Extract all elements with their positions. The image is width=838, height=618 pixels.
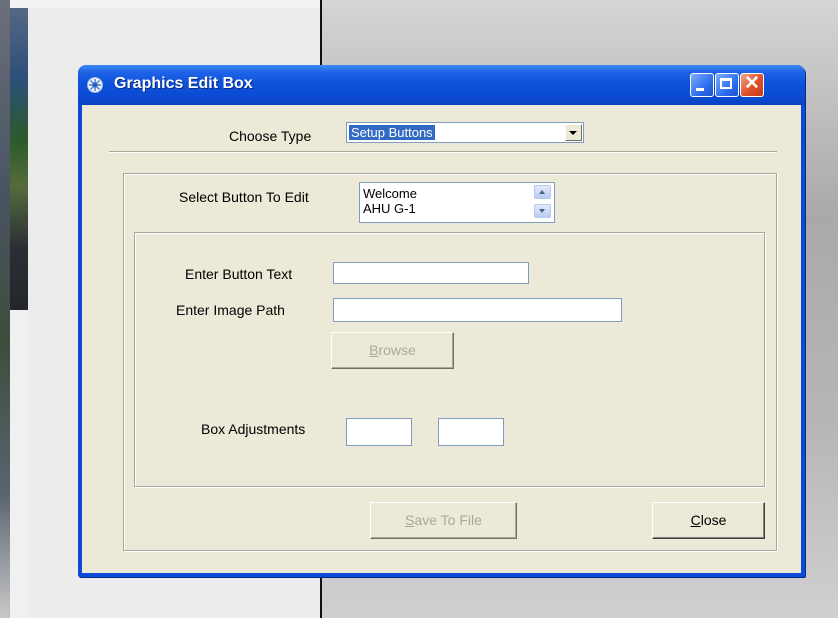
image-path-label: Enter Image Path: [176, 302, 285, 318]
browse-label-rest: rowse: [378, 342, 416, 358]
choose-type-label: Choose Type: [229, 128, 312, 144]
minimize-button[interactable]: [690, 73, 714, 97]
separator: [109, 151, 777, 153]
image-path-input[interactable]: [333, 298, 622, 322]
close-label-rest: lose: [700, 512, 727, 528]
app-icon: [87, 77, 103, 93]
box-adjust-x-input[interactable]: [346, 418, 412, 446]
window-title: Graphics Edit Box: [114, 75, 253, 92]
background-photo-edge: [0, 0, 10, 618]
box-adjust-y-input[interactable]: [438, 418, 504, 446]
scroll-up-icon[interactable]: [534, 185, 551, 199]
background-photo-strip: [10, 0, 28, 310]
list-item[interactable]: AHU G-1: [363, 201, 416, 216]
minimize-icon: [696, 88, 704, 91]
close-button[interactable]: Close: [652, 502, 765, 539]
save-to-file-button[interactable]: Save To File: [370, 502, 517, 539]
close-icon: ✕: [744, 73, 760, 94]
close-access-key: C: [690, 512, 701, 528]
select-button-label: Select Button To Edit: [179, 189, 309, 205]
background-panel-edge: [10, 310, 28, 618]
title-bar[interactable]: Graphics Edit Box ✕: [78, 65, 805, 105]
chevron-down-icon[interactable]: [565, 124, 582, 141]
graphics-edit-window: Graphics Edit Box ✕ Choose Type Setup Bu…: [78, 65, 805, 577]
type-dropdown[interactable]: Setup Buttons: [346, 122, 584, 143]
type-dropdown-value: Setup Buttons: [349, 125, 435, 140]
button-listbox[interactable]: Welcome AHU G-1: [359, 182, 555, 223]
maximize-icon: [720, 78, 732, 89]
scroll-down-icon[interactable]: [534, 204, 551, 218]
close-window-button[interactable]: ✕: [740, 73, 764, 97]
dialog-client-area: Choose Type Setup Buttons Select Button …: [82, 105, 801, 573]
button-text-label: Enter Button Text: [185, 266, 293, 282]
box-adjustments-label: Box Adjustments: [201, 421, 306, 437]
save-label-rest: ave To File: [414, 512, 482, 528]
button-text-input[interactable]: [333, 262, 529, 284]
list-item[interactable]: Welcome: [363, 186, 417, 201]
maximize-button[interactable]: [715, 73, 739, 97]
browse-button[interactable]: Browse: [331, 332, 454, 369]
